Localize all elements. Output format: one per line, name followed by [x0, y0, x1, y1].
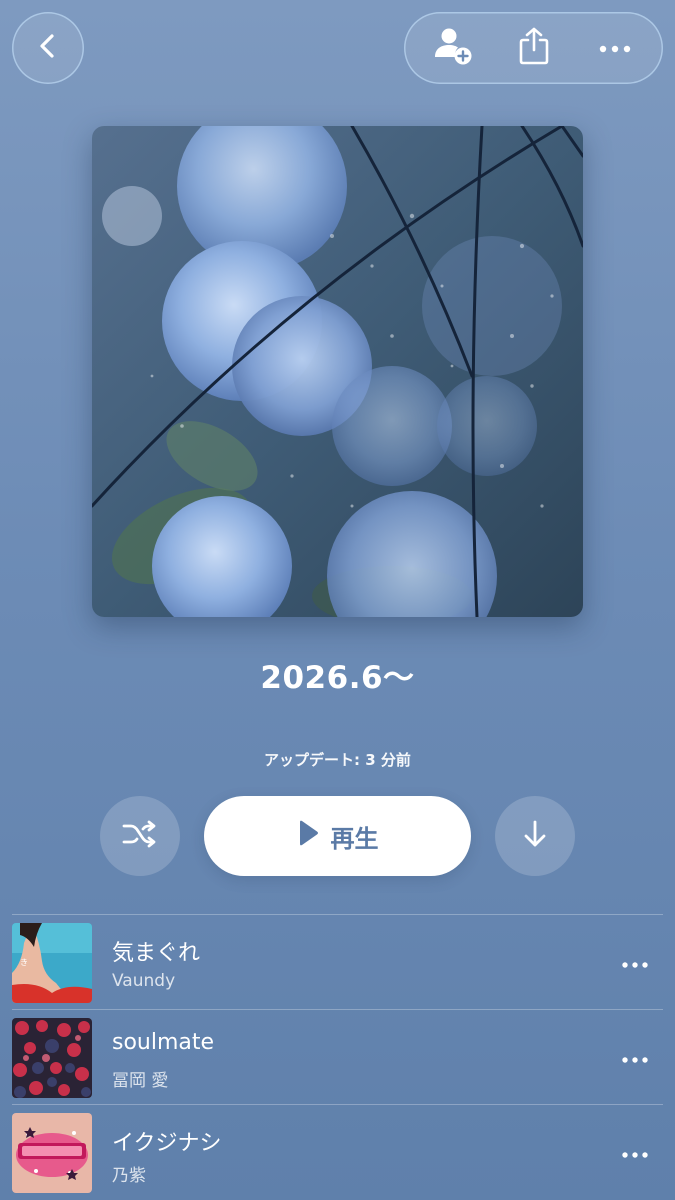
track-list: き 気まぐれ Vaundy soulmate 冨岡 愛 イクジナシ 乃紫 [12, 914, 663, 1199]
track-more-button[interactable] [613, 1135, 657, 1171]
person-add-icon [431, 24, 475, 72]
back-button[interactable] [12, 12, 84, 84]
track-title: イクジナシ [112, 1131, 222, 1156]
track-title: 気まぐれ [112, 941, 201, 966]
last-updated-label: アップデート: 3 分前 [264, 751, 411, 769]
track-artist: 冨岡 愛 [112, 1071, 169, 1091]
track-title: soulmate [112, 1030, 215, 1055]
track-artwork [12, 1018, 92, 1098]
play-icon [297, 820, 319, 852]
track-artist: 乃紫 [112, 1166, 146, 1186]
play-label: 再生 [330, 824, 379, 853]
track-row[interactable]: イクジナシ 乃紫 [12, 1104, 663, 1199]
track-row[interactable]: き 気まぐれ Vaundy [12, 914, 663, 1009]
track-more-button[interactable] [613, 945, 657, 981]
track-artwork [12, 1113, 92, 1193]
track-row[interactable]: soulmate 冨岡 愛 [12, 1009, 663, 1104]
play-button[interactable]: 再生 [204, 796, 471, 876]
more-horizontal-icon [621, 1049, 649, 1068]
share-icon [516, 26, 552, 70]
track-more-button[interactable] [613, 1040, 657, 1076]
add-collaborator-button[interactable] [421, 16, 485, 80]
download-arrow-icon [520, 818, 550, 854]
share-button[interactable] [502, 16, 566, 80]
more-horizontal-icon [598, 39, 632, 58]
playlist-title: 2026.6〜 [260, 660, 415, 696]
track-artist: Vaundy [112, 971, 176, 991]
chevron-left-icon [33, 31, 63, 65]
track-artwork: き [12, 923, 92, 1003]
shuffle-button[interactable] [100, 796, 180, 876]
header-actions [404, 12, 663, 84]
playlist-artwork [92, 126, 583, 617]
shuffle-icon [120, 818, 160, 854]
more-horizontal-icon [621, 1144, 649, 1163]
download-button[interactable] [495, 796, 575, 876]
more-options-button[interactable] [583, 16, 647, 80]
more-horizontal-icon [621, 954, 649, 973]
svg-text:き: き [20, 958, 28, 967]
